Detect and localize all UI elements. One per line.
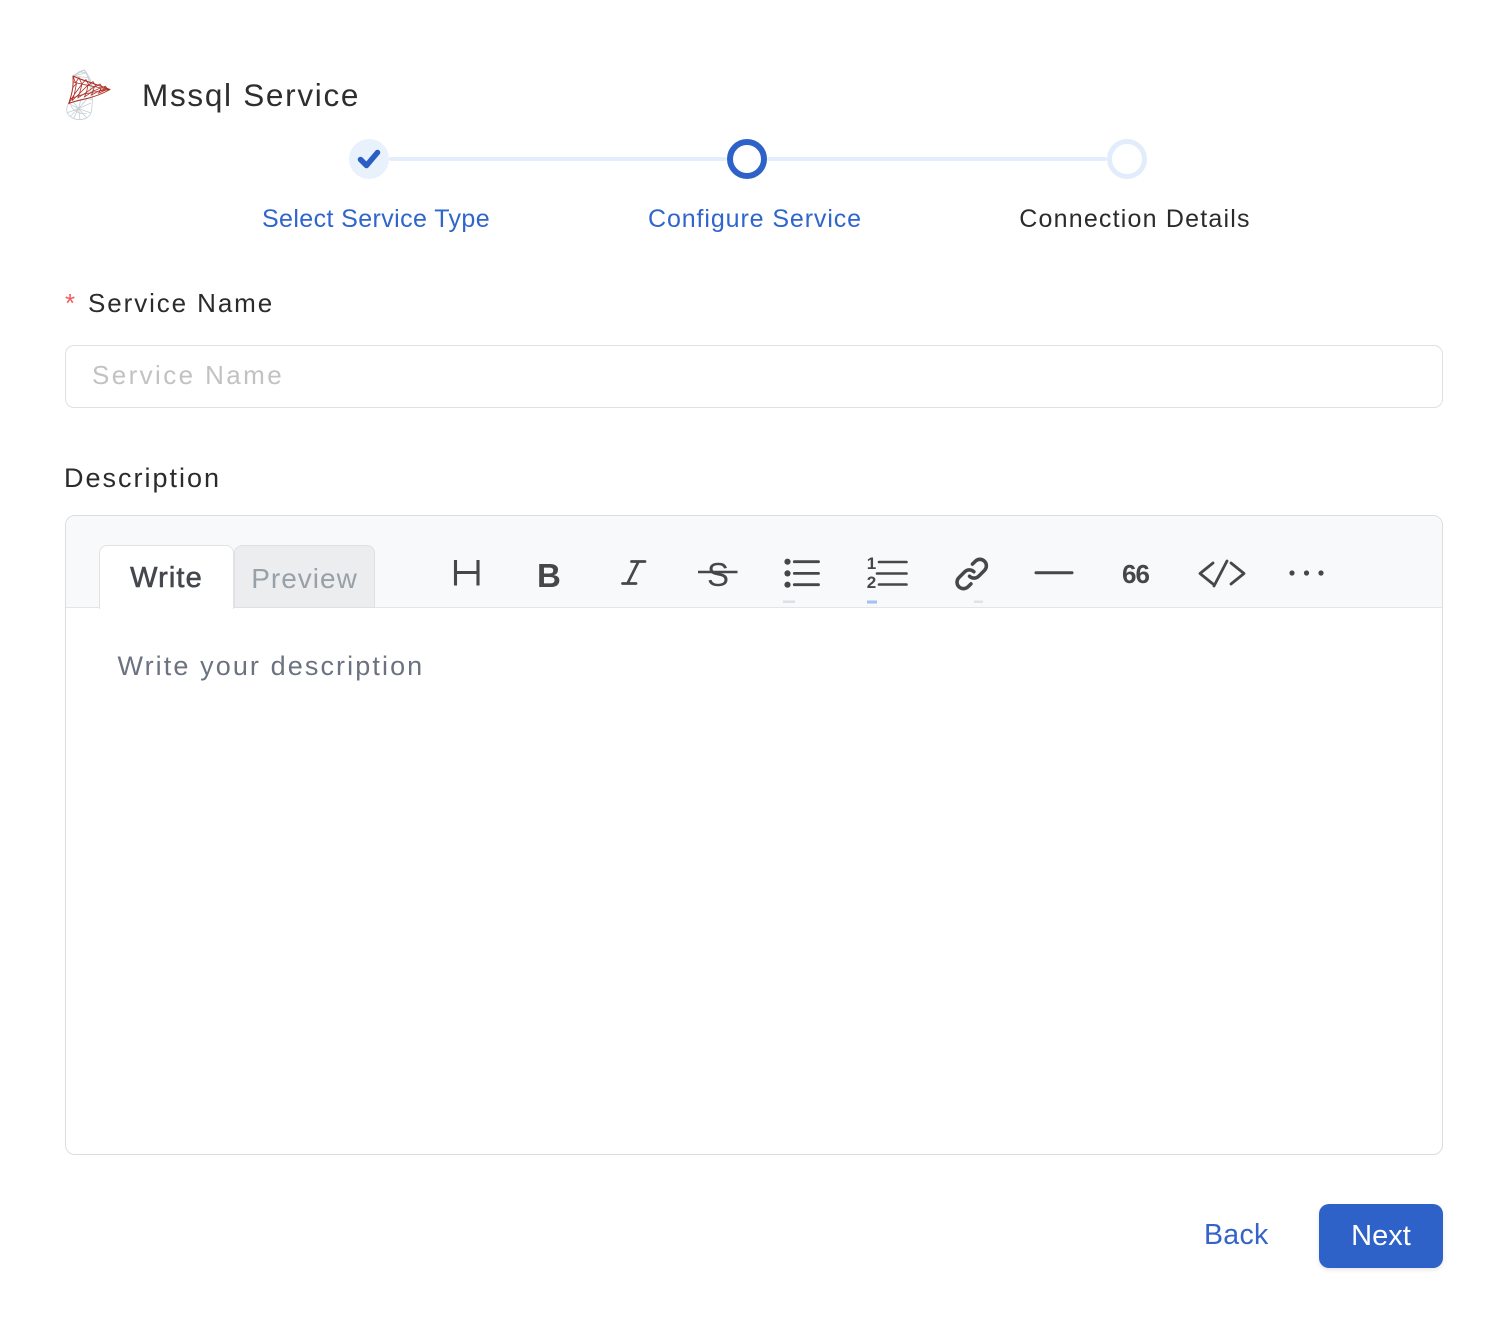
svg-text:1: 1 bbox=[867, 554, 876, 573]
svg-text:2: 2 bbox=[867, 573, 876, 592]
